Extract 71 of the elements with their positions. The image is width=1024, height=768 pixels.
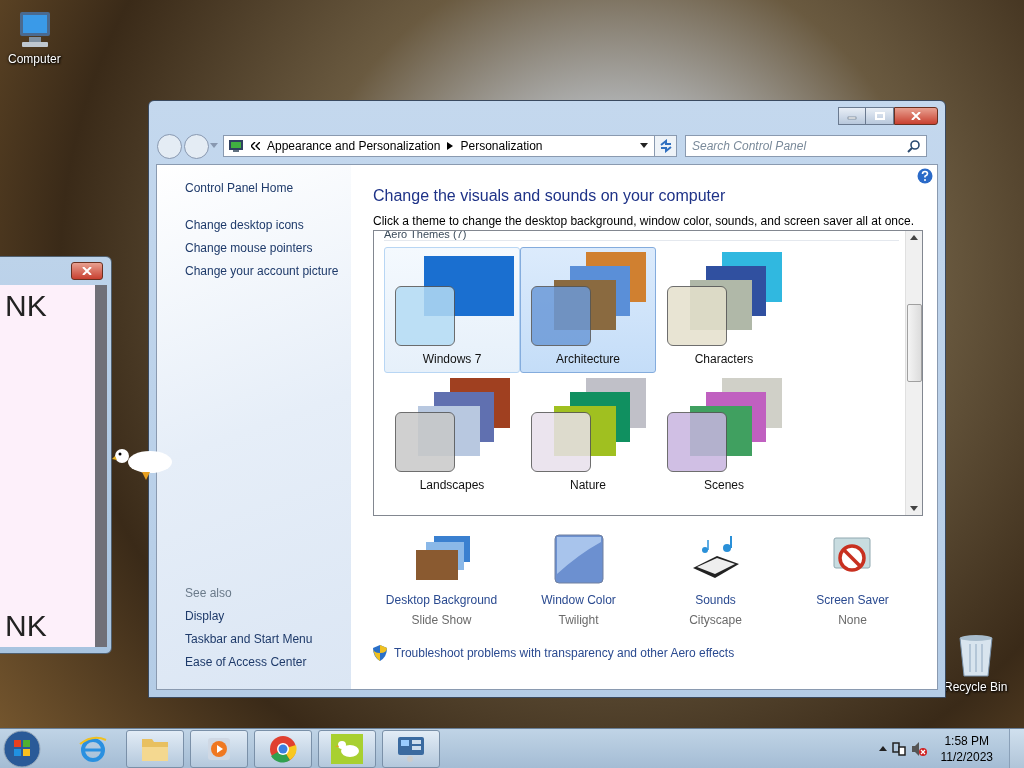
sidebar-link[interactable]: Ease of Access Center: [185, 655, 351, 669]
network-icon[interactable]: [890, 740, 907, 757]
show-hidden-icons-icon[interactable]: [878, 746, 887, 751]
refresh-button[interactable]: [655, 135, 677, 157]
show-desktop-button[interactable]: [1009, 728, 1024, 768]
scroll-thumb[interactable]: [906, 304, 922, 382]
muted-speaker-icon[interactable]: [910, 740, 927, 757]
setting-link[interactable]: Sounds: [695, 593, 736, 607]
theme-item[interactable]: Characters: [656, 247, 792, 373]
sidebar-link[interactable]: Change desktop icons: [185, 218, 351, 232]
setting-value: Cityscape: [689, 613, 742, 627]
close-icon: [82, 267, 92, 275]
setting-link[interactable]: Screen Saver: [816, 593, 889, 607]
maximize-icon: [874, 112, 885, 120]
taskbar-button[interactable]: [382, 729, 440, 768]
theme-item[interactable]: Landscapes: [384, 373, 520, 499]
sidebar-link[interactable]: Control Panel Home: [185, 181, 351, 195]
scrollbar[interactable]: [905, 231, 922, 515]
shield-icon: [373, 645, 387, 661]
control-panel-icon: [228, 139, 244, 153]
dropdown-caret-icon[interactable]: [640, 143, 648, 149]
theme-item[interactable]: Architecture: [520, 247, 656, 373]
close-button[interactable]: [894, 107, 938, 125]
search-icon[interactable]: [907, 140, 920, 153]
theme-item[interactable]: Windows 7: [384, 247, 520, 373]
setting-link[interactable]: Desktop Background: [385, 593, 498, 607]
help-icon[interactable]: [917, 168, 933, 184]
address-bar[interactable]: Appearance and Personalization Personalization: [223, 135, 655, 157]
setting-value: Slide Show: [411, 613, 472, 627]
sidebar-link[interactable]: Taskbar and Start Menu: [185, 632, 351, 646]
scroll-down-arrow-icon[interactable]: [910, 506, 918, 511]
group-heading: Aero Themes (7): [384, 231, 899, 241]
double-chevron-icon: [251, 142, 260, 150]
play-icon: [206, 735, 232, 762]
sidebar-link[interactable]: Change mouse pointers: [185, 241, 351, 255]
start-button[interactable]: [2, 728, 42, 768]
setting-value: None: [838, 613, 867, 627]
duck-app-icon: [331, 733, 363, 764]
breadcrumb-link[interactable]: Personalization: [460, 139, 543, 153]
troubleshoot-link[interactable]: Troubleshoot problems with transparency and other Aero effects: [394, 646, 735, 660]
search-field[interactable]: Search Control Panel: [685, 135, 927, 157]
page-heading: Change the visuals and sounds on your computer: [373, 187, 727, 205]
breadcrumb-arrow-icon[interactable]: [447, 142, 454, 150]
monitor-icon: [396, 734, 426, 763]
desktop-icon-label[interactable]: Computer: [8, 52, 61, 66]
note-text: NK: [5, 291, 47, 321]
refresh-icon: [658, 139, 673, 153]
theme-item[interactable]: Scenes: [656, 373, 792, 499]
scrollbar[interactable]: [95, 285, 107, 647]
browser-circle-icon: [268, 733, 298, 764]
taskbar-button[interactable]: [190, 729, 248, 768]
close-icon: [911, 112, 921, 120]
setting-link[interactable]: Window Color: [541, 593, 616, 607]
sidebar-link[interactable]: Display: [185, 609, 351, 623]
scroll-up-arrow-icon[interactable]: [910, 235, 918, 240]
see-also-heading: See also: [185, 586, 233, 600]
page-description: Click a theme to change the desktop background, window color, sounds, and screen saver all at once.: [373, 214, 915, 228]
theme-item[interactable]: Nature: [520, 373, 656, 499]
clock-time[interactable]: 1:58 PM: [944, 733, 990, 748]
note-text: NK: [5, 611, 47, 641]
minimize-button[interactable]: [838, 107, 866, 125]
setting-value: Twilight: [558, 613, 599, 627]
taskbar-button[interactable]: [126, 729, 184, 768]
clock-date[interactable]: 11/2/2023: [940, 749, 993, 764]
window-color-icon[interactable]: [553, 534, 604, 584]
taskbar-button[interactable]: [318, 729, 376, 768]
taskbar-button[interactable]: [254, 729, 312, 768]
close-button[interactable]: [71, 262, 103, 280]
maximize-button[interactable]: [866, 107, 894, 125]
sidebar-link[interactable]: Change your account picture: [185, 264, 351, 278]
breadcrumb-link[interactable]: Appearance and Personalization: [267, 139, 441, 153]
